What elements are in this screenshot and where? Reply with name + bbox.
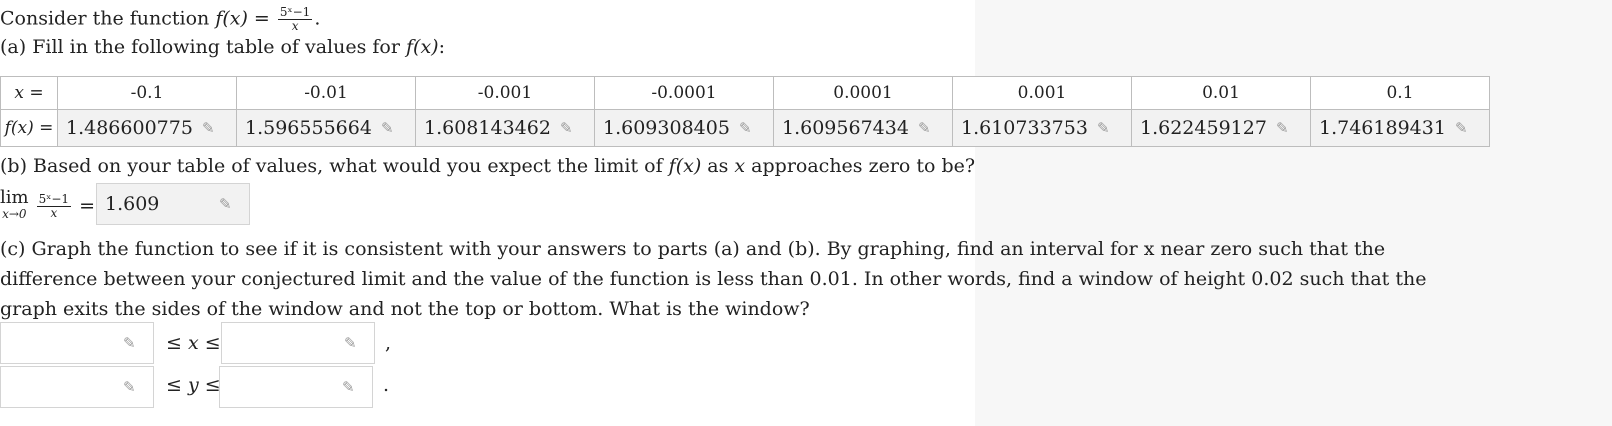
limit-fraction-numerator: 5ˣ−1 xyxy=(36,191,72,207)
table-row-f: f(x) = 1.486600775 ✎ 1.596555664 ✎ 1.60814… xyxy=(0,109,1490,147)
part-b-prompt: (b) Based on your table of values, what … xyxy=(0,155,975,177)
limit-answer-input[interactable]: 1.609 ✎ xyxy=(96,183,250,225)
intro-fraction: 5ˣ−1 x xyxy=(277,5,313,33)
f-value-input[interactable]: 1.608143462 ✎ xyxy=(415,109,595,147)
x-value-cell: 0.1 xyxy=(1310,76,1490,110)
pencil-icon[interactable]: ✎ xyxy=(1455,121,1475,136)
y-min-input[interactable]: ✎ xyxy=(0,366,154,408)
pencil-icon[interactable]: ✎ xyxy=(560,121,580,136)
x-min-input[interactable]: ✎ xyxy=(0,322,154,364)
x-value-cell: 0.001 xyxy=(952,76,1132,110)
x-value-cell: 0.0001 xyxy=(773,76,953,110)
f-value-input[interactable]: 1.746189431 ✎ xyxy=(1310,109,1490,147)
limit-fraction: 5ˣ−1 x xyxy=(36,191,72,220)
part-b-function: f(x) xyxy=(668,155,702,177)
part-b-text-before: (b) Based on your table of values, what … xyxy=(0,155,663,177)
part-c-prompt: (c) Graph the function to see if it is c… xyxy=(0,238,1427,320)
limit-fraction-denominator: x xyxy=(50,205,58,220)
y-inequality: ≤ y ≤ xyxy=(166,374,221,396)
f-value-text: 1.746189431 xyxy=(1319,117,1446,139)
part-a-prompt: (a) Fill in the following table of value… xyxy=(0,36,445,58)
f-value-text: 1.486600775 xyxy=(66,117,193,139)
f-value-input[interactable]: 1.596555664 ✎ xyxy=(236,109,416,147)
f-value-text: 1.609308405 xyxy=(603,117,730,139)
limit-subscript: x→0 xyxy=(2,207,27,221)
pencil-icon[interactable]: ✎ xyxy=(1097,121,1117,136)
limit-expression: lim x→0 5ˣ−1 x = xyxy=(0,187,96,222)
x-value-cell: -0.1 xyxy=(57,76,237,110)
f-value-input[interactable]: 1.622459127 ✎ xyxy=(1131,109,1311,147)
pencil-icon[interactable]: ✎ xyxy=(381,121,401,136)
pencil-icon[interactable]: ✎ xyxy=(342,380,362,395)
x-row-comma: , xyxy=(385,332,392,354)
pencil-icon[interactable]: ✎ xyxy=(918,121,938,136)
part-b-text-mid: as xyxy=(707,155,729,177)
f-value-text: 1.608143462 xyxy=(424,117,551,139)
pencil-icon[interactable]: ✎ xyxy=(1276,121,1296,136)
f-value-text: 1.622459127 xyxy=(1140,117,1267,139)
f-row-label: f(x) = xyxy=(0,109,58,147)
pencil-icon[interactable]: ✎ xyxy=(123,380,143,395)
f-value-text: 1.596555664 xyxy=(245,117,372,139)
part-a-text: (a) Fill in the following table of value… xyxy=(0,36,400,58)
limit-equals: = xyxy=(79,195,96,217)
pencil-icon[interactable]: ✎ xyxy=(739,121,759,136)
x-value-cell: 0.01 xyxy=(1131,76,1311,110)
right-background-panel xyxy=(975,0,1612,426)
f-value-text: 1.610733753 xyxy=(961,117,1088,139)
x-value-cell: -0.01 xyxy=(236,76,416,110)
part-a-colon: : xyxy=(438,36,445,58)
part-b-variable: x xyxy=(734,155,746,177)
y-row-period: . xyxy=(383,374,390,396)
f-value-text: 1.609567434 xyxy=(782,117,909,139)
pencil-icon[interactable]: ✎ xyxy=(202,121,222,136)
intro-suffix: . xyxy=(314,7,321,30)
f-value-input[interactable]: 1.610733753 ✎ xyxy=(952,109,1132,147)
limit-operator: lim x→0 xyxy=(0,187,29,222)
intro-line: Consider the function f(x) = 5ˣ−1 x . xyxy=(0,6,320,33)
f-value-input[interactable]: 1.486600775 ✎ xyxy=(57,109,237,147)
f-value-input[interactable]: 1.609567434 ✎ xyxy=(773,109,953,147)
limit-word: lim xyxy=(0,187,29,208)
table-row-x: x = -0.1 -0.01 -0.001 -0.0001 0.0001 0.0… xyxy=(0,76,1490,110)
y-max-input[interactable]: ✎ xyxy=(219,366,373,408)
limit-answer-value: 1.609 xyxy=(105,193,160,215)
part-a-function: f(x) xyxy=(406,36,439,58)
pencil-icon[interactable]: ✎ xyxy=(344,336,364,351)
values-table: x = -0.1 -0.01 -0.001 -0.0001 0.0001 0.0… xyxy=(0,76,1490,147)
intro-function-lhs: f(x) = xyxy=(215,7,270,30)
x-value-cell: -0.001 xyxy=(415,76,595,110)
x-inequality: ≤ x ≤ xyxy=(166,332,221,354)
f-value-input[interactable]: 1.609308405 ✎ xyxy=(594,109,774,147)
pencil-icon[interactable]: ✎ xyxy=(219,197,239,212)
x-row-label: x = xyxy=(0,76,58,110)
intro-fraction-denominator: x xyxy=(291,19,299,33)
intro-fraction-numerator: 5ˣ−1 xyxy=(277,5,313,20)
pencil-icon[interactable]: ✎ xyxy=(123,336,143,351)
x-max-input[interactable]: ✎ xyxy=(221,322,375,364)
intro-prefix: Consider the function xyxy=(0,7,210,30)
part-b-text-after: approaches zero to be? xyxy=(751,155,976,177)
x-value-cell: -0.0001 xyxy=(594,76,774,110)
